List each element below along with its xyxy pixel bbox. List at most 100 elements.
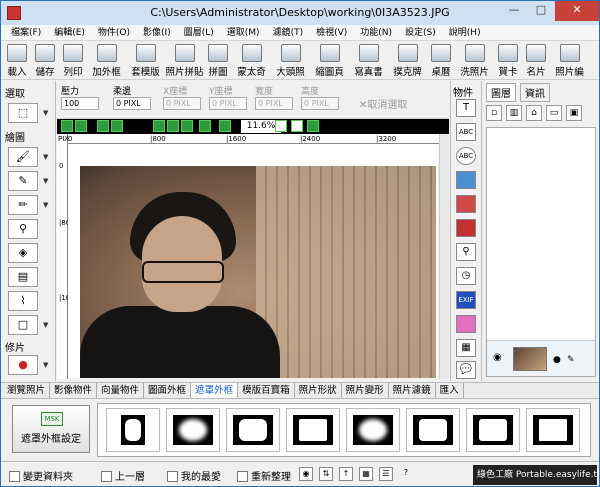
- trash-icon[interactable]: ▥: [506, 105, 522, 121]
- x-coord-input[interactable]: 0 PIXL: [163, 97, 201, 110]
- magnifier-icon[interactable]: ⚲: [456, 243, 476, 261]
- menu-select[interactable]: 選取(M): [227, 25, 260, 40]
- pressure-input[interactable]: 100: [61, 97, 99, 110]
- airbrush-tool[interactable]: ✎: [8, 171, 38, 191]
- red-eye-tool[interactable]: ●: [8, 355, 38, 375]
- canvas-scrollbar[interactable]: [439, 134, 449, 379]
- brush-tool[interactable]: 🖌: [8, 147, 38, 167]
- tab-info[interactable]: 資訊: [520, 83, 550, 102]
- chevron-down-icon[interactable]: ▼: [43, 177, 48, 185]
- y-coord-input[interactable]: 0 PIXL: [209, 97, 247, 110]
- fill-tool[interactable]: ◈: [8, 243, 38, 263]
- stamp-tool[interactable]: ⚲: [8, 219, 38, 239]
- chevron-down-icon[interactable]: ▼: [43, 109, 48, 117]
- calendar-button[interactable]: 桌曆: [428, 42, 454, 79]
- redo-icon[interactable]: [75, 120, 87, 132]
- clock-icon[interactable]: ◷: [456, 267, 476, 285]
- photo-edit-button[interactable]: 照片編: [551, 42, 588, 79]
- list-view-icon[interactable]: ☰: [379, 467, 393, 481]
- cake-icon[interactable]: [456, 315, 476, 333]
- image-canvas[interactable]: [68, 144, 438, 378]
- calendar-grid-icon[interactable]: ▦: [456, 339, 476, 357]
- chevron-down-icon[interactable]: ▼: [43, 361, 48, 369]
- badge-text-icon[interactable]: ABC: [456, 147, 476, 165]
- tab-vector-objects[interactable]: 向量物件: [97, 383, 145, 398]
- menu-layer[interactable]: 圖層(L): [184, 25, 214, 40]
- eyedropper-tool[interactable]: ⌇: [8, 291, 38, 311]
- menu-view[interactable]: 檢視(V): [316, 25, 347, 40]
- tab-image-objects[interactable]: 影像物件: [50, 383, 98, 398]
- hand-icon[interactable]: [291, 120, 303, 132]
- pencil-tool[interactable]: ✏: [8, 195, 38, 215]
- add-frame-button[interactable]: 加外框: [88, 42, 125, 79]
- menu-edit[interactable]: 編輯(E): [54, 25, 85, 40]
- mask-frame-thumb[interactable]: [226, 408, 280, 452]
- help-button[interactable]: ?: [399, 467, 413, 481]
- greeting-card-button[interactable]: 賀卡: [495, 42, 521, 79]
- tab-photo-warp[interactable]: 照片變形: [342, 383, 389, 398]
- lock-icon[interactable]: ⌂: [526, 105, 542, 121]
- exif-icon[interactable]: EXIF: [456, 291, 476, 309]
- tab-browse-photos[interactable]: 瀏覽照片: [3, 383, 51, 398]
- business-card-button[interactable]: 名片: [523, 42, 549, 79]
- display-icon[interactable]: ▭: [546, 105, 562, 121]
- mask-frame-thumb[interactable]: [526, 408, 580, 452]
- up-level-button[interactable]: 上一層: [101, 468, 145, 483]
- chevron-down-icon[interactable]: ▼: [43, 201, 48, 209]
- tab-canvas-frames[interactable]: 圖面外框: [144, 383, 192, 398]
- tab-layers[interactable]: 圖層: [486, 83, 516, 102]
- fullscreen-icon[interactable]: [219, 120, 231, 132]
- menu-file[interactable]: 檔案(F): [11, 25, 41, 40]
- puzzle-button[interactable]: 拼圖: [205, 42, 231, 79]
- save-button[interactable]: 儲存: [32, 42, 58, 79]
- mask-frame-thumb[interactable]: [286, 408, 340, 452]
- pointer-icon[interactable]: [275, 120, 287, 132]
- tab-photo-filters[interactable]: 照片濾鏡: [389, 383, 436, 398]
- menu-filter[interactable]: 濾鏡(T): [273, 25, 304, 40]
- close-button[interactable]: ✕: [555, 1, 599, 21]
- menu-image[interactable]: 影像(I): [143, 25, 171, 40]
- chevron-down-icon[interactable]: ▼: [43, 321, 48, 329]
- image-object-icon[interactable]: [456, 171, 476, 189]
- view-mode-icon[interactable]: ◉: [299, 467, 313, 481]
- refresh-button[interactable]: 重新整理: [237, 468, 291, 483]
- fit-screen-icon[interactable]: [181, 120, 193, 132]
- print-photo-button[interactable]: 洗照片: [456, 42, 493, 79]
- mask-frame-thumb[interactable]: [466, 408, 520, 452]
- print-button[interactable]: 列印: [60, 42, 86, 79]
- marquee-select-tool[interactable]: ⬚: [8, 103, 38, 123]
- mask-frame-settings-button[interactable]: MSK 遮罩外框設定: [12, 405, 90, 453]
- eye-icon[interactable]: ◉: [493, 352, 502, 363]
- frame-object-icon[interactable]: [456, 219, 476, 237]
- height-input[interactable]: 0 PIXL: [301, 97, 339, 110]
- text-tool-icon[interactable]: T: [456, 99, 476, 117]
- chevron-down-icon[interactable]: ▼: [43, 153, 48, 161]
- tab-import[interactable]: 匯入: [436, 383, 464, 398]
- thumbnail-page-button[interactable]: 縮圖頁: [311, 42, 348, 79]
- speech-bubble-icon[interactable]: 💬: [456, 361, 476, 379]
- zoom-out-icon[interactable]: [167, 120, 179, 132]
- poker-card-button[interactable]: 撲克牌: [389, 42, 426, 79]
- title-bar[interactable]: C:\Users\Administrator\Desktop\working\0…: [1, 1, 599, 25]
- menu-object[interactable]: 物件(O): [98, 25, 130, 40]
- photo-object-icon[interactable]: [456, 195, 476, 213]
- photo-image[interactable]: [80, 166, 436, 378]
- menu-function[interactable]: 功能(N): [360, 25, 392, 40]
- mask-frame-thumb[interactable]: [406, 408, 460, 452]
- shape-tool[interactable]: □: [8, 315, 38, 335]
- undo-icon[interactable]: [61, 120, 73, 132]
- move-icon[interactable]: [307, 120, 319, 132]
- cancel-selection-button[interactable]: ✕取消選取: [359, 96, 407, 111]
- favorites-button[interactable]: 我的最愛: [167, 468, 221, 483]
- mask-frame-thumb[interactable]: [346, 408, 400, 452]
- menu-help[interactable]: 說明(H): [449, 25, 481, 40]
- width-input[interactable]: 0 PIXL: [255, 97, 293, 110]
- art-text-icon[interactable]: ABC: [456, 123, 476, 141]
- copy-icon[interactable]: [111, 120, 123, 132]
- sort-icon[interactable]: ⇅: [319, 467, 333, 481]
- id-photo-button[interactable]: 大頭照: [272, 42, 309, 79]
- menu-settings[interactable]: 設定(S): [405, 25, 436, 40]
- soft-edge-input[interactable]: 0 PIXL: [113, 97, 151, 110]
- zoom-in-icon[interactable]: [153, 120, 165, 132]
- maximize-button[interactable]: □: [528, 1, 554, 21]
